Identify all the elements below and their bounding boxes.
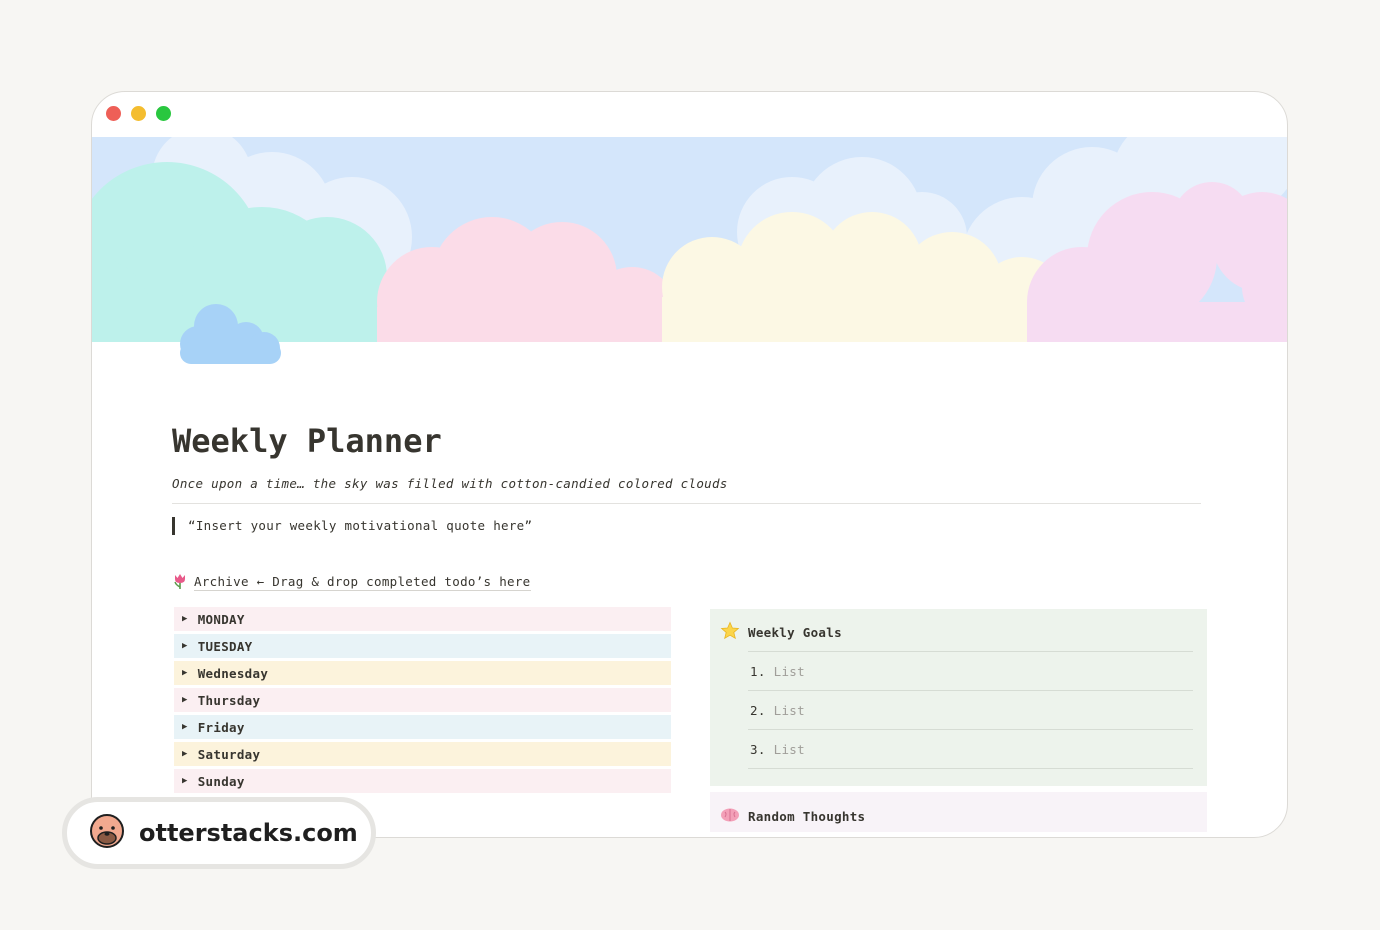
cloud-icon[interactable]: [178, 298, 283, 370]
day-label: MONDAY: [197, 611, 245, 627]
random-thoughts-title: Random Thoughts: [748, 808, 866, 824]
day-label: Friday: [197, 719, 245, 735]
random-thoughts-callout: Random Thoughts: [710, 792, 1207, 832]
day-toggle-list: ▶ MONDAY ▶ TUESDAY ▶ Wednesday ▶ Thursda…: [174, 607, 671, 793]
list-number: 3.: [750, 741, 766, 757]
day-toggle-friday[interactable]: ▶ Friday: [174, 715, 671, 739]
toggle-arrow-icon[interactable]: ▶: [182, 749, 188, 759]
day-toggle-monday[interactable]: ▶ MONDAY: [174, 607, 671, 631]
star-icon: [720, 620, 740, 644]
list-text: List: [773, 741, 805, 757]
random-thoughts-header: Random Thoughts: [720, 805, 1193, 827]
app-window: Weekly Planner Once upon a time… the sky…: [91, 91, 1288, 838]
otter-icon: [89, 812, 125, 854]
list-item[interactable]: 3. List: [748, 729, 1193, 769]
day-toggle-sunday[interactable]: ▶ Sunday: [174, 769, 671, 793]
quote-block[interactable]: “Insert your weekly motivational quote h…: [172, 517, 532, 535]
site-url: otterstacks.com: [139, 819, 358, 847]
list-number: 2.: [750, 702, 766, 718]
page-title[interactable]: Weekly Planner: [172, 422, 442, 460]
window-controls: [106, 106, 171, 121]
toggle-arrow-icon[interactable]: ▶: [182, 722, 188, 732]
site-badge[interactable]: otterstacks.com: [62, 797, 376, 869]
archive-link-label: Archive ← Drag & drop completed todo’s h…: [194, 574, 531, 591]
day-toggle-wednesday[interactable]: ▶ Wednesday: [174, 661, 671, 685]
list-number: 1.: [750, 663, 766, 679]
toggle-arrow-icon[interactable]: ▶: [182, 641, 188, 651]
divider: [172, 503, 1201, 504]
day-label: TUESDAY: [197, 638, 253, 654]
toggle-arrow-icon[interactable]: ▶: [182, 776, 188, 786]
weekly-goals-header: Weekly Goals: [720, 620, 1193, 644]
quote-text: “Insert your weekly motivational quote h…: [188, 518, 533, 533]
archive-link[interactable]: Archive ← Drag & drop completed todo’s h…: [172, 572, 531, 593]
toggle-arrow-icon[interactable]: ▶: [182, 614, 188, 624]
list-text: List: [773, 663, 805, 679]
toggle-arrow-icon[interactable]: ▶: [182, 695, 188, 705]
list-item[interactable]: 2. List: [748, 690, 1193, 729]
goal-list: 1. List 2. List 3. List: [748, 651, 1193, 769]
weekly-goals-title: Weekly Goals: [748, 624, 842, 640]
day-label: Wednesday: [197, 665, 269, 681]
day-label: Saturday: [197, 746, 261, 762]
toggle-arrow-icon[interactable]: ▶: [182, 668, 188, 678]
close-window-button[interactable]: [106, 106, 121, 121]
day-toggle-thursday[interactable]: ▶ Thursday: [174, 688, 671, 712]
day-label: Sunday: [197, 773, 245, 789]
list-item[interactable]: 1. List: [748, 651, 1193, 690]
brain-icon: [720, 807, 740, 826]
list-text: List: [773, 702, 805, 718]
page-subtitle[interactable]: Once upon a time… the sky was filled wit…: [172, 476, 728, 491]
minimize-window-button[interactable]: [131, 106, 146, 121]
day-label: Thursday: [197, 692, 261, 708]
day-toggle-saturday[interactable]: ▶ Saturday: [174, 742, 671, 766]
tulip-icon: [172, 572, 188, 593]
weekly-goals-callout: Weekly Goals 1. List 2. List 3. List: [710, 609, 1207, 786]
day-toggle-tuesday[interactable]: ▶ TUESDAY: [174, 634, 671, 658]
maximize-window-button[interactable]: [156, 106, 171, 121]
